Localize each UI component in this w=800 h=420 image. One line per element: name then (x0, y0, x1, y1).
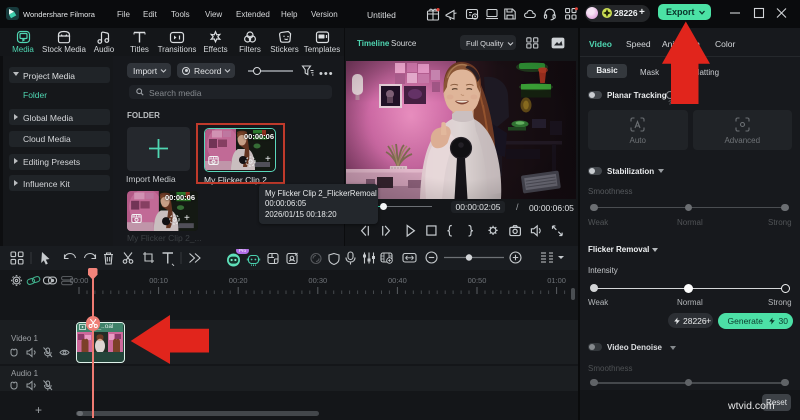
svg-text:Pro: Pro (239, 249, 247, 253)
svg-text:00:30: 00:30 (308, 276, 327, 285)
svg-text:00:00: 00:00 (70, 276, 89, 285)
svg-text:00:50: 00:50 (468, 276, 487, 285)
svg-text:00:20: 00:20 (229, 276, 248, 285)
svg-text:00:10: 00:10 (149, 276, 168, 285)
svg-text:00:40: 00:40 (388, 276, 407, 285)
svg-text:01:00: 01:00 (547, 276, 566, 285)
